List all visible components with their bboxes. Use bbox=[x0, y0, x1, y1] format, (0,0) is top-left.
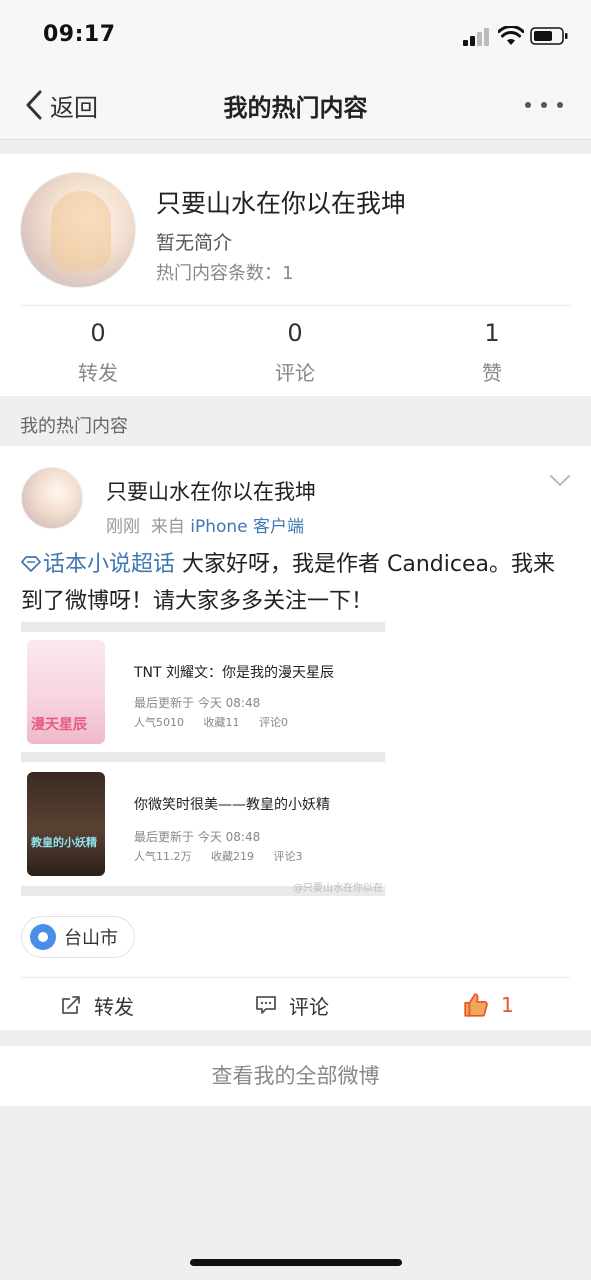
post-meta: 刚刚 来自 iPhone 客户端 bbox=[106, 512, 304, 537]
book-title: TNT 刘耀文：你是我的漫天星辰 bbox=[134, 665, 335, 681]
page-title: 我的热门内容 bbox=[223, 94, 368, 122]
book-title: 你微笑时很美——教皇的小妖精 bbox=[134, 797, 330, 813]
repost-button[interactable]: 转发 bbox=[60, 991, 134, 1019]
stat-value: 0 bbox=[90, 319, 106, 347]
like-count: 1 bbox=[501, 993, 514, 1017]
nav-bar: 返回 我的热门内容 bbox=[0, 70, 591, 140]
repost-label: 转发 bbox=[94, 994, 134, 1019]
divider bbox=[21, 977, 570, 978]
stat-label: 评论 bbox=[275, 361, 315, 385]
home-indicator[interactable] bbox=[190, 1259, 402, 1266]
book-cover: 教皇的小妖精 bbox=[27, 772, 105, 876]
post-author[interactable]: 只要山水在你以在我坤 bbox=[106, 476, 316, 506]
location-tag[interactable]: 台山市 bbox=[21, 916, 135, 958]
post-image[interactable]: 漫天星辰 TNT 刘耀文：你是我的漫天星辰 最后更新于 今天 08:48 人气5… bbox=[21, 622, 385, 896]
section-label: 我的热门内容 bbox=[20, 416, 128, 437]
post-card[interactable]: 只要山水在你以在我坤 刚刚 来自 iPhone 客户端 话本小说超话 大家好呀，… bbox=[0, 446, 591, 1030]
hot-content-count: 热门内容条数：1 bbox=[156, 263, 294, 284]
comment-button[interactable]: 评论 bbox=[255, 991, 329, 1019]
location-label: 台山市 bbox=[64, 928, 118, 949]
stat-repost[interactable]: 0 转发 bbox=[28, 319, 168, 386]
diamond-icon bbox=[21, 556, 41, 572]
book-updated: 最后更新于 今天 08:48 bbox=[134, 830, 261, 844]
book-cover: 漫天星辰 bbox=[27, 640, 105, 744]
book-item: 教皇的小妖精 你微笑时很美——教皇的小妖精 最后更新于 今天 08:48 人气1… bbox=[21, 762, 385, 886]
stat-value: 1 bbox=[484, 319, 500, 347]
post-from: 来自 bbox=[150, 517, 185, 537]
book-item: 漫天星辰 TNT 刘耀文：你是我的漫天星辰 最后更新于 今天 08:48 人气5… bbox=[21, 632, 385, 752]
book-comments: 评论3 bbox=[273, 850, 303, 863]
stat-value: 0 bbox=[287, 319, 303, 347]
topic-link[interactable]: 话本小说超话 bbox=[21, 552, 175, 577]
more-dot-icon bbox=[541, 102, 547, 108]
book-favorites: 收藏11 bbox=[203, 716, 240, 729]
status-time: 09:17 bbox=[43, 22, 116, 47]
book-popularity: 人气11.2万 bbox=[134, 850, 192, 863]
comment-label: 评论 bbox=[289, 994, 329, 1019]
more-dot-icon bbox=[525, 102, 531, 108]
comment-icon bbox=[256, 996, 276, 1014]
repost-icon bbox=[62, 996, 80, 1014]
view-all-weibo-button[interactable]: 查看我的全部微博 bbox=[0, 1046, 591, 1106]
profile-intro: 暂无简介 bbox=[156, 232, 233, 254]
stat-comment[interactable]: 0 评论 bbox=[225, 319, 365, 386]
post-time: 刚刚 bbox=[106, 517, 140, 537]
location-pin-icon bbox=[30, 924, 56, 950]
stat-label: 转发 bbox=[78, 361, 118, 385]
more-dot-icon bbox=[557, 102, 563, 108]
avatar[interactable] bbox=[20, 172, 136, 288]
book-comments: 评论0 bbox=[259, 716, 288, 729]
battery-icon bbox=[530, 27, 568, 45]
divider bbox=[20, 305, 571, 306]
cover-text: 教皇的小妖精 bbox=[31, 836, 97, 849]
profile-card: 只要山水在你以在我坤 暂无简介 热门内容条数：1 0 转发 0 评论 1 赞 bbox=[0, 154, 591, 396]
cover-text: 漫天星辰 bbox=[31, 717, 87, 733]
stat-label: 赞 bbox=[482, 361, 502, 385]
book-popularity: 人气5010 bbox=[134, 716, 184, 729]
stat-like[interactable]: 1 赞 bbox=[422, 319, 562, 386]
chevron-down-icon[interactable] bbox=[549, 474, 571, 488]
book-stats: 人气11.2万 收藏219 评论3 bbox=[134, 848, 319, 864]
like-button[interactable]: 1 bbox=[463, 991, 514, 1019]
book-stats: 人气5010 收藏11 评论0 bbox=[134, 714, 304, 730]
profile-name: 只要山水在你以在我坤 bbox=[156, 189, 407, 218]
post-text: 话本小说超话 大家好呀，我是作者 Candicea。我来到了微博呀！请大家多多关… bbox=[21, 546, 573, 620]
post-source[interactable]: iPhone 客户端 bbox=[190, 517, 304, 537]
image-watermark: @只要山水在你以在 bbox=[293, 883, 383, 894]
cellular-signal-icon bbox=[463, 28, 489, 46]
book-favorites: 收藏219 bbox=[211, 850, 254, 863]
avatar[interactable] bbox=[21, 467, 83, 529]
wifi-icon bbox=[498, 26, 524, 45]
book-updated: 最后更新于 今天 08:48 bbox=[134, 696, 261, 710]
thumbs-up-icon bbox=[464, 993, 488, 1017]
topic-label: 话本小说超话 bbox=[43, 552, 176, 577]
status-bar: 09:17 bbox=[0, 0, 591, 70]
more-menu-button[interactable] bbox=[525, 100, 563, 110]
